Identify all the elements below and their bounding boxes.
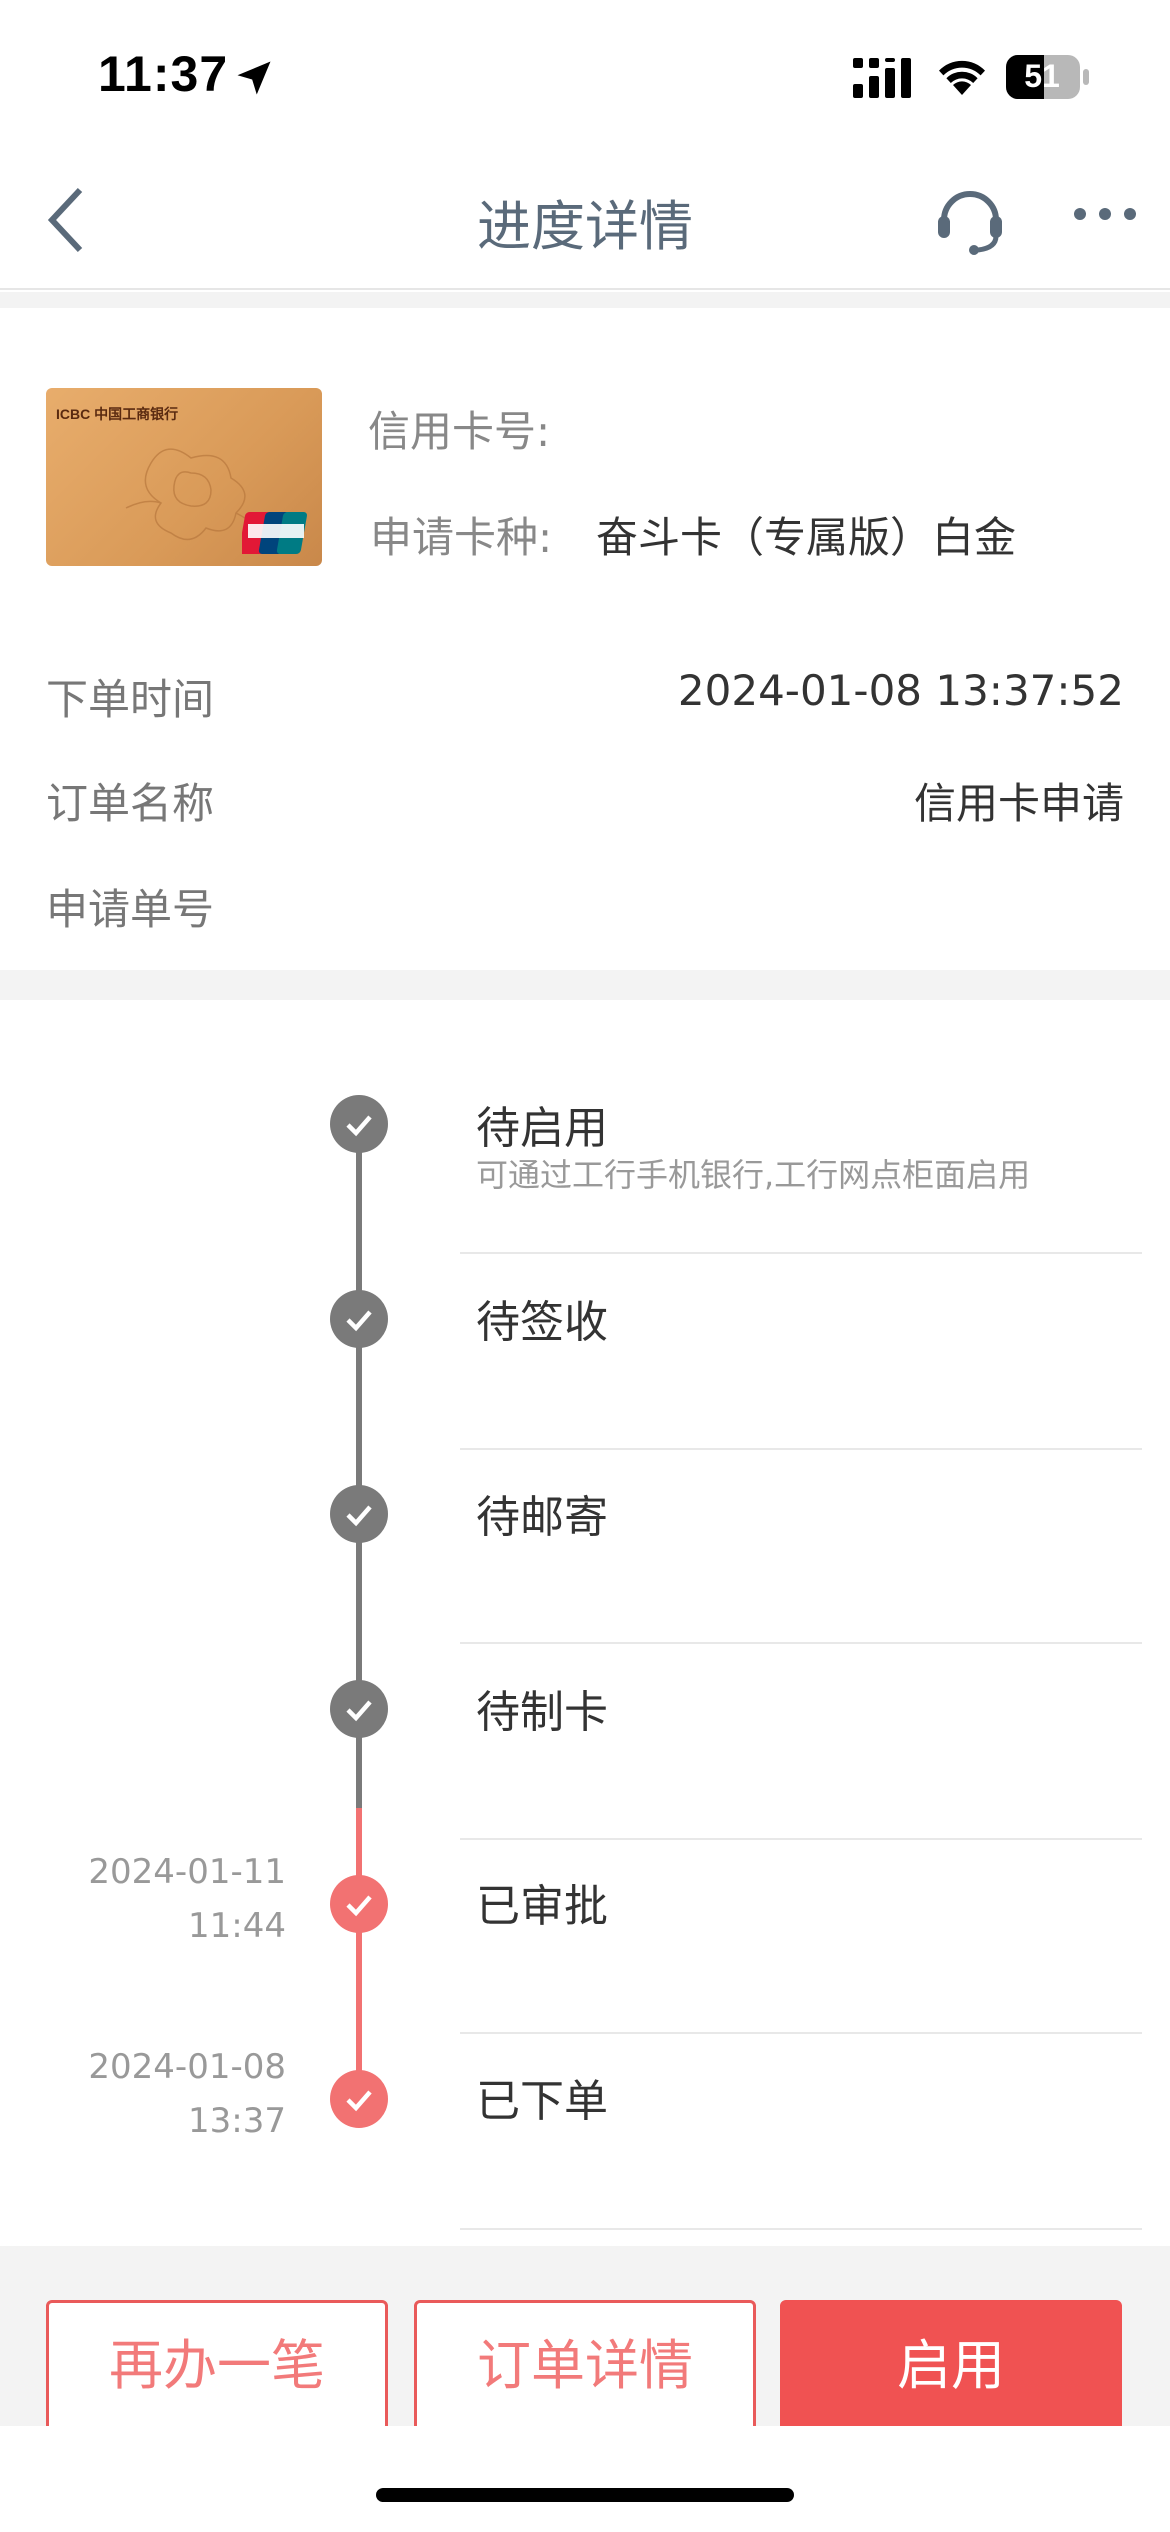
bottom-action-bar: 再办一笔 订单详情 启用: [0, 2246, 1170, 2432]
step-title: 已下单: [476, 2076, 608, 2127]
step-title: 待邮寄: [476, 1492, 608, 1543]
step-divider: [460, 1448, 1142, 1450]
order-name-label: 订单名称: [46, 779, 215, 828]
card-number-label: 信用卡号:: [368, 407, 551, 456]
step-divider: [460, 2032, 1142, 2034]
more-icon[interactable]: [1070, 194, 1140, 234]
status-bar: 11:37 51: [0, 0, 1170, 150]
home-indicator-area: [0, 2426, 1170, 2532]
step-title: 待制卡: [476, 1687, 608, 1738]
progress-timeline: 待启用 可通过工行手机银行,工行网点柜面启用 待签收 待邮寄 待制卡 2024-…: [0, 1000, 1170, 2246]
location-arrow-icon: [237, 61, 271, 95]
home-indicator[interactable]: [376, 2488, 794, 2502]
step-divider: [460, 2228, 1142, 2230]
check-icon: [330, 1290, 388, 1348]
section-divider: [0, 970, 1170, 1000]
step-date-time: 13:37: [188, 2101, 286, 2141]
signal-icon: [853, 58, 911, 98]
nav-bar: 进度详情: [0, 150, 1170, 290]
step-divider: [460, 1838, 1142, 1840]
wifi-icon: [939, 60, 985, 95]
status-time: 11:37: [98, 46, 229, 102]
apply-again-button[interactable]: 再办一笔: [46, 2300, 388, 2432]
check-icon: [330, 1485, 388, 1543]
step-date: 2024-01-11 11:44: [88, 1845, 286, 1953]
customer-service-icon[interactable]: [930, 178, 1010, 258]
card-type-value: 奋斗卡（专属版）白金: [596, 513, 1017, 562]
order-time-label: 下单时间: [46, 675, 215, 724]
check-icon: [330, 1095, 388, 1153]
section-divider: [0, 292, 1170, 308]
battery-level: 51: [1024, 58, 1060, 94]
order-time-value: 2024-01-08 13:37:52: [677, 666, 1124, 715]
step-date-time: 11:44: [188, 1906, 286, 1946]
step-divider: [460, 1642, 1142, 1644]
card-brand-text: ICBC 中国工商银行: [56, 406, 179, 422]
step-date-day: 2024-01-11: [88, 1852, 286, 1892]
check-icon: [330, 2070, 388, 2128]
step-title: 待签收: [476, 1297, 608, 1348]
step-date-day: 2024-01-08: [88, 2047, 286, 2087]
activate-button[interactable]: 启用: [780, 2300, 1122, 2432]
credit-card-image: ICBC 中国工商银行: [46, 388, 322, 566]
unionpay-logo-icon: [242, 512, 308, 554]
step-divider: [460, 1252, 1142, 1254]
step-title: 已审批: [476, 1881, 608, 1932]
step-date: 2024-01-08 13:37: [88, 2040, 286, 2148]
step-subtitle: 可通过工行手机银行,工行网点柜面启用: [476, 1156, 1031, 1194]
order-name-value: 信用卡申请: [913, 779, 1124, 828]
check-icon: [330, 1875, 388, 1933]
timeline-line-done: [356, 1808, 362, 2102]
card-info-section: ICBC 中国工商银行 信用卡号: 申请卡种: 奋斗卡（专属版）白金 下单时间 …: [0, 308, 1170, 970]
step-title: 待启用: [476, 1103, 608, 1154]
order-number-label: 申请单号: [46, 885, 215, 934]
order-details-button[interactable]: 订单详情: [414, 2300, 756, 2432]
check-icon: [330, 1680, 388, 1738]
card-type-label: 申请卡种:: [370, 513, 553, 562]
